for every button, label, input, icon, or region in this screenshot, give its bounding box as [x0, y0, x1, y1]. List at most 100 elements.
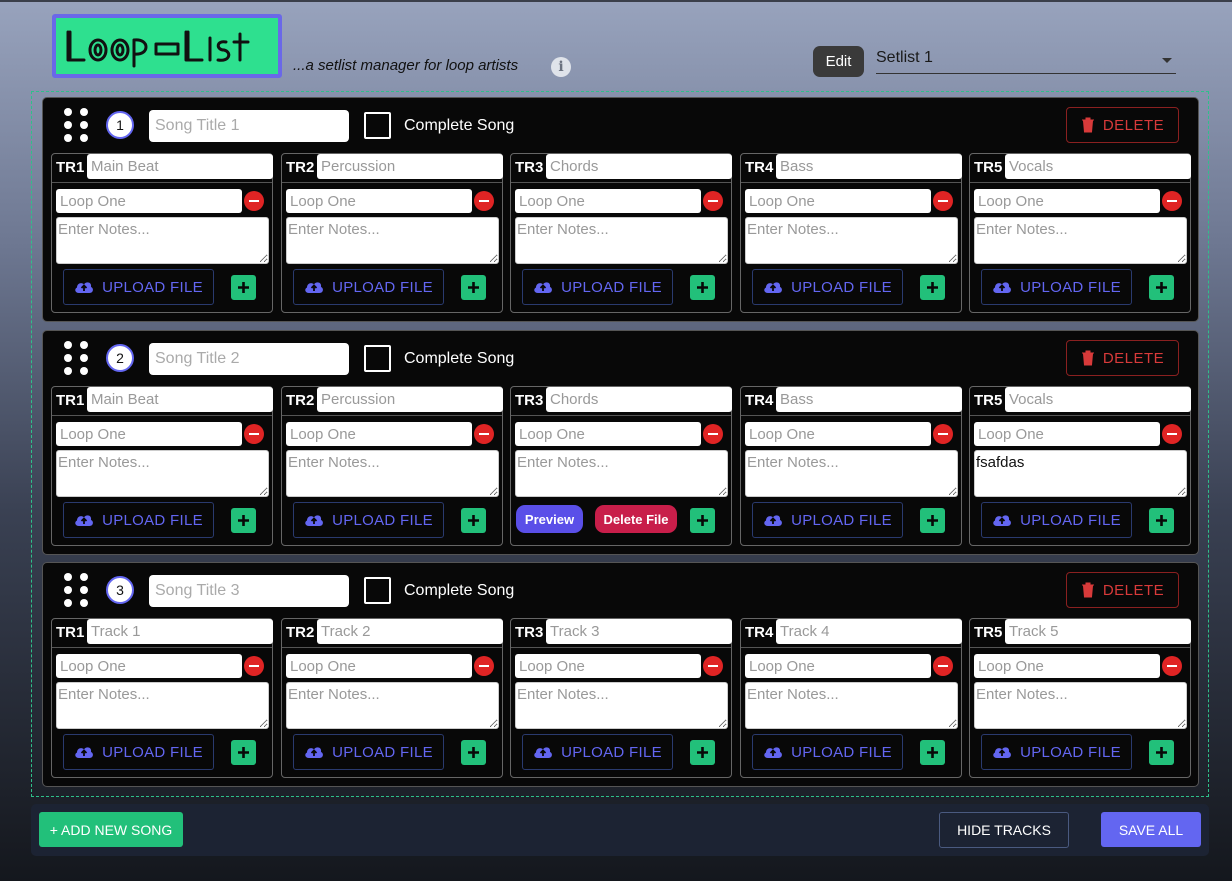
remove-loop-button[interactable]	[933, 424, 953, 444]
track-name-input[interactable]	[87, 387, 273, 412]
remove-loop-button[interactable]	[933, 191, 953, 211]
save-all-button[interactable]: SAVE ALL	[1101, 812, 1201, 847]
upload-file-button[interactable]: UPLOAD FILE	[63, 734, 214, 770]
notes-textarea[interactable]	[286, 682, 499, 729]
loop-name-input[interactable]	[515, 654, 701, 678]
loop-name-input[interactable]	[515, 189, 701, 213]
remove-loop-button[interactable]	[244, 424, 264, 444]
remove-loop-button[interactable]	[1162, 191, 1182, 211]
remove-loop-button[interactable]	[1162, 656, 1182, 676]
loop-name-input[interactable]	[286, 189, 472, 213]
track-name-input[interactable]	[546, 619, 732, 644]
remove-loop-button[interactable]	[933, 656, 953, 676]
loop-name-input[interactable]	[745, 189, 931, 213]
add-loop-button[interactable]	[690, 275, 715, 300]
track-name-input[interactable]	[317, 619, 503, 644]
loop-name-input[interactable]	[515, 422, 701, 446]
remove-loop-button[interactable]	[244, 191, 264, 211]
loop-name-input[interactable]	[56, 189, 242, 213]
delete-song-button[interactable]: DELETE	[1066, 340, 1179, 376]
track-name-input[interactable]	[546, 387, 732, 412]
notes-textarea[interactable]	[56, 682, 269, 729]
notes-textarea[interactable]	[745, 217, 958, 264]
delete-song-button[interactable]: DELETE	[1066, 572, 1179, 608]
upload-file-button[interactable]: UPLOAD FILE	[752, 269, 903, 305]
complete-song-checkbox[interactable]	[364, 345, 391, 372]
loop-name-input[interactable]	[286, 422, 472, 446]
preview-button[interactable]: Preview	[516, 505, 583, 533]
hide-tracks-button[interactable]: HIDE TRACKS	[939, 812, 1069, 848]
notes-textarea[interactable]	[515, 682, 728, 729]
add-loop-button[interactable]	[231, 740, 256, 765]
add-loop-button[interactable]	[690, 508, 715, 533]
loop-name-input[interactable]	[974, 189, 1160, 213]
notes-textarea[interactable]	[515, 217, 728, 264]
notes-textarea[interactable]	[56, 217, 269, 264]
notes-textarea[interactable]	[745, 450, 958, 497]
upload-file-button[interactable]: UPLOAD FILE	[752, 502, 903, 538]
remove-loop-button[interactable]	[703, 424, 723, 444]
track-name-input[interactable]	[546, 154, 732, 179]
upload-file-button[interactable]: UPLOAD FILE	[293, 734, 444, 770]
remove-loop-button[interactable]	[244, 656, 264, 676]
track-name-input[interactable]	[1005, 619, 1191, 644]
add-loop-button[interactable]	[920, 275, 945, 300]
upload-file-button[interactable]: UPLOAD FILE	[63, 502, 214, 538]
delete-song-button[interactable]: DELETE	[1066, 107, 1179, 143]
add-loop-button[interactable]	[231, 508, 256, 533]
track-name-input[interactable]	[776, 619, 962, 644]
add-loop-button[interactable]	[461, 508, 486, 533]
track-name-input[interactable]	[87, 619, 273, 644]
add-loop-button[interactable]	[690, 740, 715, 765]
notes-textarea[interactable]	[56, 450, 269, 497]
loop-name-input[interactable]	[974, 654, 1160, 678]
add-loop-button[interactable]	[1149, 275, 1174, 300]
notes-textarea[interactable]	[286, 217, 499, 264]
loop-name-input[interactable]	[974, 422, 1160, 446]
add-loop-button[interactable]	[231, 275, 256, 300]
loop-name-input[interactable]	[286, 654, 472, 678]
remove-loop-button[interactable]	[1162, 424, 1182, 444]
notes-textarea[interactable]	[286, 450, 499, 497]
notes-textarea[interactable]	[515, 450, 728, 497]
upload-file-button[interactable]: UPLOAD FILE	[522, 269, 673, 305]
edit-button[interactable]: Edit	[813, 46, 864, 77]
add-loop-button[interactable]	[461, 275, 486, 300]
loop-name-input[interactable]	[56, 422, 242, 446]
notes-textarea[interactable]	[745, 682, 958, 729]
delete-file-button[interactable]: Delete File	[595, 505, 677, 533]
track-name-input[interactable]	[1005, 154, 1191, 179]
remove-loop-button[interactable]	[474, 656, 494, 676]
track-name-input[interactable]	[317, 154, 503, 179]
song-title-input[interactable]	[149, 343, 349, 375]
add-loop-button[interactable]	[920, 740, 945, 765]
drag-handle-icon[interactable]	[64, 573, 90, 609]
track-name-input[interactable]	[776, 387, 962, 412]
remove-loop-button[interactable]	[703, 191, 723, 211]
track-name-input[interactable]	[317, 387, 503, 412]
upload-file-button[interactable]: UPLOAD FILE	[752, 734, 903, 770]
upload-file-button[interactable]: UPLOAD FILE	[981, 502, 1132, 538]
upload-file-button[interactable]: UPLOAD FILE	[522, 734, 673, 770]
complete-song-checkbox[interactable]	[364, 577, 391, 604]
notes-textarea[interactable]	[974, 450, 1187, 497]
remove-loop-button[interactable]	[703, 656, 723, 676]
track-name-input[interactable]	[87, 154, 273, 179]
song-title-input[interactable]	[149, 575, 349, 607]
loop-name-input[interactable]	[745, 422, 931, 446]
add-new-song-button[interactable]: + ADD NEW SONG	[39, 812, 183, 847]
info-icon[interactable]: i	[551, 57, 571, 77]
song-title-input[interactable]	[149, 110, 349, 142]
complete-song-checkbox[interactable]	[364, 112, 391, 139]
upload-file-button[interactable]: UPLOAD FILE	[293, 502, 444, 538]
add-loop-button[interactable]	[461, 740, 486, 765]
add-loop-button[interactable]	[920, 508, 945, 533]
track-name-input[interactable]	[776, 154, 962, 179]
remove-loop-button[interactable]	[474, 191, 494, 211]
upload-file-button[interactable]: UPLOAD FILE	[981, 269, 1132, 305]
setlist-select[interactable]: Setlist 1	[876, 44, 1176, 74]
notes-textarea[interactable]	[974, 217, 1187, 264]
remove-loop-button[interactable]	[474, 424, 494, 444]
notes-textarea[interactable]	[974, 682, 1187, 729]
loop-name-input[interactable]	[56, 654, 242, 678]
